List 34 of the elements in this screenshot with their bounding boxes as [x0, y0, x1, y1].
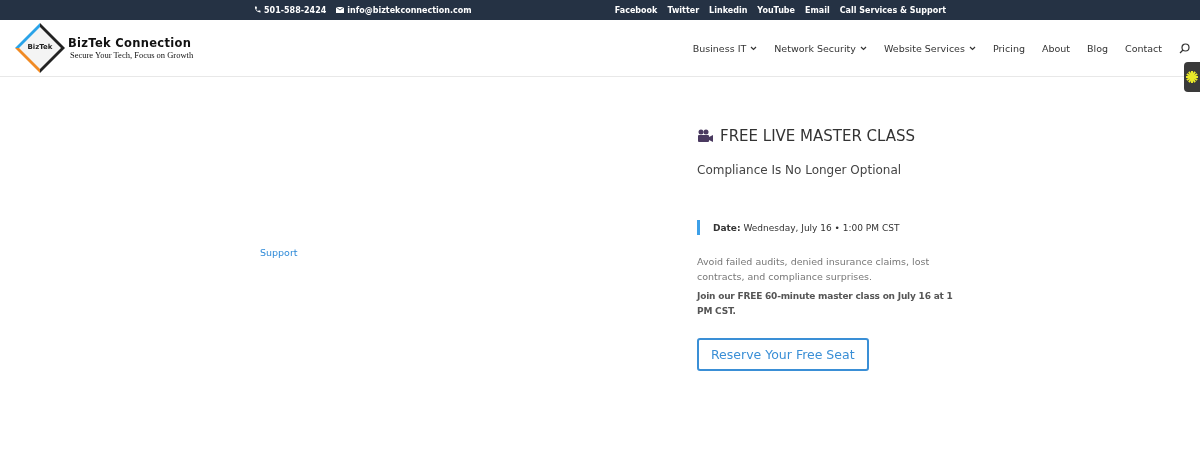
reserve-seat-button[interactable]: Reserve Your Free Seat — [697, 338, 869, 371]
chevron-down-icon — [750, 45, 758, 51]
nav-link[interactable]: Pricing — [992, 42, 1025, 54]
promo-subtitle: Compliance Is No Longer Optional — [697, 163, 903, 177]
support-link[interactable]: Support — [260, 247, 298, 258]
phone-number[interactable]: 501-588-2424 — [254, 5, 327, 15]
top-bar-link[interactable]: Facebook — [614, 5, 658, 15]
promo-description: Avoid failed audits, denied insurance claims, lost contracts, and compliance surprises. — [697, 255, 931, 284]
accessibility-widget-button[interactable] — [1184, 62, 1200, 92]
envelope-icon — [336, 7, 345, 13]
top-bar-link[interactable]: Twitter — [667, 5, 700, 15]
nav-link[interactable]: Website Services — [883, 42, 976, 54]
nav-link[interactable]: Network Security — [774, 42, 867, 54]
event-date: Date: Wednesday, July 16 • 1:00 PM CST — [697, 220, 957, 235]
logo-name[interactable]: BizTek Connection — [68, 36, 194, 50]
top-bar-link[interactable]: Call Services & Support — [839, 5, 946, 15]
promo-title: FREE LIVE MASTER CLASS — [720, 127, 916, 145]
asterisk-icon — [1185, 70, 1199, 84]
logo-tagline: Secure Your Tech, Focus on Growth — [69, 50, 194, 60]
chevron-down-icon — [968, 45, 976, 51]
promo-call-to-action: Join our FREE 60-minute master class on July 16 at 1 PM CST. — [697, 290, 954, 318]
nav-link[interactable]: About — [1041, 42, 1071, 54]
search-icon[interactable] — [1179, 42, 1190, 54]
top-bar-link[interactable]: Linkedin — [709, 5, 748, 15]
logo-diamond-icon — [14, 22, 66, 74]
video-camera-icon — [697, 129, 714, 143]
top-bar-link[interactable]: YouTube — [757, 5, 796, 15]
chevron-down-icon — [859, 45, 867, 51]
top-bar-link[interactable]: Email — [805, 5, 830, 15]
phone-icon — [254, 6, 261, 14]
nav-link[interactable]: Business IT — [692, 42, 758, 54]
email-address[interactable]: info@biztekconnection.com — [336, 5, 472, 15]
nav-link[interactable]: Blog — [1087, 42, 1109, 54]
nav-link[interactable]: Contact — [1125, 42, 1162, 54]
